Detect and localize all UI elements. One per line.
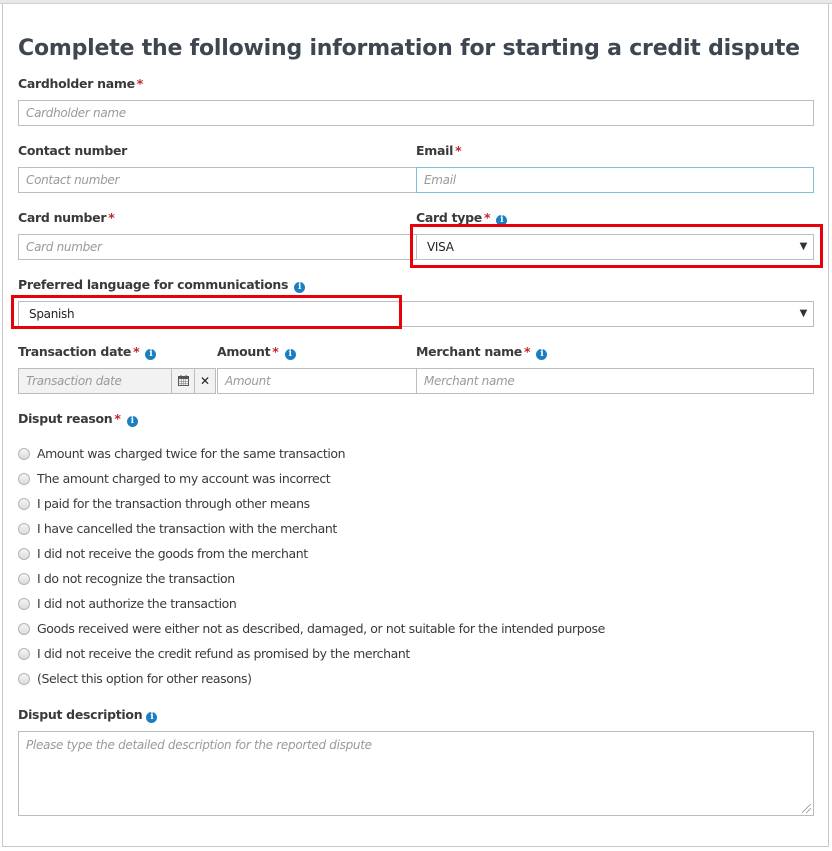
radio-button[interactable] bbox=[18, 498, 30, 510]
card-number-label: Card number * bbox=[18, 210, 115, 225]
contact-number-label: Contact number bbox=[18, 143, 128, 158]
page-title: Complete the following information for s… bbox=[18, 36, 800, 61]
card-number-label-text: Card number bbox=[18, 210, 107, 225]
calendar-icon bbox=[177, 375, 189, 386]
amount-input[interactable]: Amount bbox=[217, 368, 417, 394]
info-icon[interactable]: i bbox=[146, 712, 158, 723]
option-label: (Select this option for other reasons) bbox=[37, 671, 252, 686]
dispute-reason-option[interactable]: Amount was charged twice for the same tr… bbox=[18, 446, 346, 461]
textarea-placeholder: Please type the detailed description for… bbox=[26, 738, 372, 752]
radio-button[interactable] bbox=[18, 573, 30, 585]
required-marker: * bbox=[136, 76, 144, 91]
merchant-name-label: Merchant name * i bbox=[416, 344, 548, 360]
dispute-reason-label: Disput reason * i bbox=[18, 411, 138, 427]
option-label: Amount was charged twice for the same tr… bbox=[37, 446, 346, 461]
required-marker: * bbox=[483, 210, 491, 225]
dispute-reason-label-text: Disput reason bbox=[18, 411, 113, 426]
radio-button[interactable] bbox=[18, 473, 30, 485]
required-marker: * bbox=[524, 344, 531, 359]
option-label: I did not receive the goods from the mer… bbox=[37, 546, 308, 561]
cardholder-name-label: Cardholder name * bbox=[18, 76, 143, 91]
calendar-button[interactable] bbox=[171, 368, 195, 394]
dispute-reason-option[interactable]: The amount charged to my account was inc… bbox=[18, 471, 331, 486]
chevron-down-icon: ▼ bbox=[799, 308, 808, 319]
radio-button[interactable] bbox=[18, 448, 30, 460]
dispute-reason-option[interactable]: I did not receive the goods from the mer… bbox=[18, 546, 308, 561]
contact-number-input[interactable]: Contact number bbox=[18, 167, 417, 193]
resize-handle-icon[interactable] bbox=[802, 804, 811, 813]
radio-button[interactable] bbox=[18, 523, 30, 535]
preferred-language-label: Preferred language for communications i bbox=[18, 277, 306, 293]
dispute-description-textarea[interactable]: Please type the detailed description for… bbox=[18, 731, 814, 816]
dispute-reason-option[interactable]: I do not recognize the transaction bbox=[18, 571, 235, 586]
option-label: I have cancelled the transaction with th… bbox=[37, 521, 337, 536]
dispute-description-label: Disput description i bbox=[18, 707, 158, 723]
card-type-highlight bbox=[410, 224, 823, 268]
option-label: Goods received were either not as descri… bbox=[37, 621, 605, 636]
info-icon[interactable]: i bbox=[145, 349, 157, 360]
info-icon[interactable]: i bbox=[294, 282, 306, 293]
merchant-name-input[interactable]: Merchant name bbox=[416, 368, 814, 394]
dispute-reason-option[interactable]: I paid for the transaction through other… bbox=[18, 496, 310, 511]
radio-button[interactable] bbox=[18, 548, 30, 560]
radio-button[interactable] bbox=[18, 648, 30, 660]
option-label: The amount charged to my account was inc… bbox=[37, 471, 331, 486]
required-marker: * bbox=[108, 210, 115, 225]
dispute-reason-option[interactable]: I did not receive the credit refund as p… bbox=[18, 646, 410, 661]
info-icon[interactable]: i bbox=[284, 349, 296, 360]
preferred-language-label-text: Preferred language for communications bbox=[18, 277, 289, 292]
amount-label-text: Amount bbox=[217, 344, 271, 359]
radio-button[interactable] bbox=[18, 623, 30, 635]
option-label: I did not receive the credit refund as p… bbox=[37, 646, 410, 661]
merchant-name-label-text: Merchant name bbox=[416, 344, 522, 359]
preferred-language-highlight bbox=[11, 295, 402, 329]
radio-button[interactable] bbox=[18, 598, 30, 610]
required-marker: * bbox=[272, 344, 279, 359]
option-label: I do not recognize the transaction bbox=[37, 571, 235, 586]
transaction-date-label-text: Transaction date bbox=[18, 344, 132, 359]
dispute-reason-option[interactable]: I did not authorize the transaction bbox=[18, 596, 237, 611]
required-marker: * bbox=[114, 411, 121, 426]
dispute-reason-option[interactable]: I have cancelled the transaction with th… bbox=[18, 521, 337, 536]
info-icon[interactable]: i bbox=[536, 349, 548, 360]
option-label: I did not authorize the transaction bbox=[37, 596, 237, 611]
info-icon[interactable]: i bbox=[126, 416, 138, 427]
cardholder-name-input[interactable]: Cardholder name bbox=[18, 100, 814, 126]
dispute-description-label-text: Disput description bbox=[18, 707, 143, 722]
amount-label: Amount * i bbox=[217, 344, 296, 360]
dispute-reason-option[interactable]: (Select this option for other reasons) bbox=[18, 671, 252, 686]
dispute-reason-option[interactable]: Goods received were either not as descri… bbox=[18, 621, 605, 636]
transaction-date-label: Transaction date * i bbox=[18, 344, 157, 360]
card-type-label-text: Card type bbox=[416, 210, 482, 225]
option-label: I paid for the transaction through other… bbox=[37, 496, 310, 511]
email-input[interactable]: Email bbox=[416, 167, 814, 193]
card-number-input[interactable]: Card number bbox=[18, 234, 417, 260]
cardholder-name-label-text: Cardholder name bbox=[18, 76, 135, 91]
required-marker: * bbox=[133, 344, 140, 359]
email-label-text: Email bbox=[416, 143, 454, 158]
required-marker: * bbox=[455, 143, 462, 158]
clear-date-button[interactable]: ✕ bbox=[194, 368, 216, 394]
radio-button[interactable] bbox=[18, 673, 30, 685]
transaction-date-input[interactable]: Transaction date bbox=[18, 368, 172, 394]
email-label: Email * bbox=[416, 143, 462, 158]
